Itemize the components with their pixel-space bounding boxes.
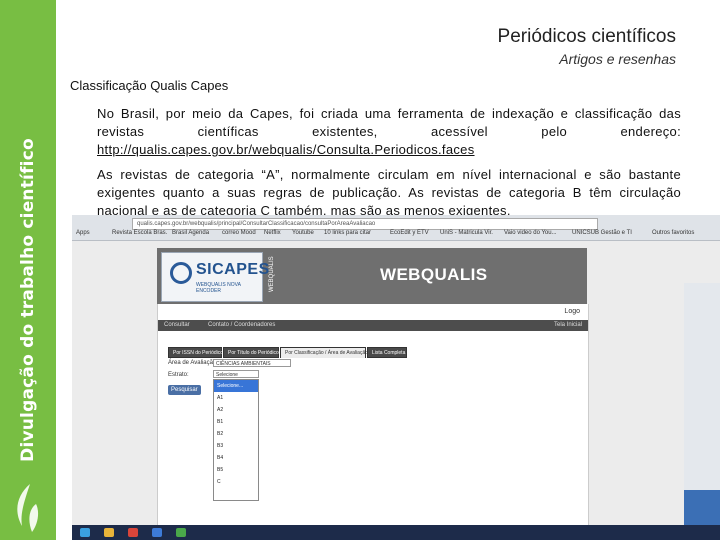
tab-lista-completa[interactable]: Lista Completa [367, 347, 407, 358]
logo-tagline: WEBQUALIS NOVA ENCODER [196, 282, 241, 294]
bookmark-item[interactable]: Netflix [264, 230, 281, 236]
tab-titulo[interactable]: Por Título do Periódico [223, 347, 279, 358]
area-select[interactable]: CIÊNCIAS AMBIENTAIS [213, 359, 291, 367]
explorer-icon[interactable] [104, 528, 114, 537]
bookmark-item[interactable]: UniS - Matricula Vir. [440, 230, 493, 236]
paragraph-indexing-text: No Brasil, por meio da Capes, foi criada… [97, 106, 681, 139]
estrato-select[interactable]: Selecione [213, 370, 259, 378]
bookmark-item[interactable]: EcoEdit y ETV [390, 230, 429, 236]
section-heading: Classificação Qualis Capes [70, 78, 229, 93]
menu-bar: Consultar Contato / Coordenadores Tela I… [158, 320, 588, 331]
dropdown-option[interactable]: B5 [214, 464, 258, 476]
chrome-icon[interactable] [128, 528, 138, 537]
dropdown-option[interactable]: B1 [214, 416, 258, 428]
paragraph-indexing: No Brasil, por meio da Capes, foi criada… [97, 105, 681, 159]
search-button[interactable]: Pesquisar [168, 385, 201, 395]
estrato-label: Estrato: [168, 372, 189, 378]
dropdown-option[interactable]: A1 [214, 392, 258, 404]
bookmark-item[interactable]: correo Mood [222, 230, 256, 236]
start-icon[interactable] [80, 528, 90, 537]
dropdown-option[interactable]: B2 [214, 428, 258, 440]
logout-link[interactable]: Logo [564, 308, 580, 315]
left-sidebar: Divulgação do trabalho científico [0, 0, 56, 540]
menu-tela-inicial[interactable]: Tela Inicial [554, 320, 582, 331]
background-window-fragment [684, 283, 720, 540]
bookmark-item[interactable]: UNICSUB Gestão e TI [572, 230, 632, 236]
paragraph-categories: As revistas de categoria “A”, normalment… [97, 167, 681, 218]
bookmark-item[interactable]: Youtube [292, 230, 314, 236]
dropdown-option[interactable]: Selecione... [214, 380, 258, 392]
address-bar[interactable]: qualis.capes.gov.br/webqualis/principal/… [132, 218, 598, 230]
banner-title: WEBQUALIS [380, 265, 488, 284]
bookmark-item[interactable]: Outros favoritos [652, 230, 694, 236]
globe-icon [170, 262, 192, 284]
bookmark-item[interactable]: Vaio video do You... [504, 230, 557, 236]
tab-issn[interactable]: Por ISSN do Periódico [168, 347, 223, 358]
excel-icon[interactable] [176, 528, 186, 537]
qualis-link[interactable]: http://qualis.capes.gov.br/webqualis/Con… [97, 142, 475, 157]
page-title: Periódicos científicos [497, 26, 676, 47]
area-label: Área de Avaliação: [168, 360, 218, 366]
taskbar [72, 525, 720, 540]
word-icon[interactable] [152, 528, 162, 537]
estrato-dropdown[interactable]: Selecione... A1 A2 B1 B2 B3 B4 B5 C [213, 379, 259, 501]
bookmark-item[interactable]: 10 links para citar [324, 230, 371, 236]
sicapes-logo: SICAPES WEBQUALIS NOVA ENCODER [161, 252, 269, 302]
webqualis-panel: Logo Consultar Contato / Coordenadores T… [157, 304, 589, 540]
tab-classificacao[interactable]: Por Classificação / Área de Avaliação [280, 347, 368, 358]
webqualis-screenshot: qualis.capes.gov.br/webqualis/principal/… [72, 215, 720, 540]
banner-vertical-label: WEBQUALIS [269, 256, 275, 292]
bookmark-item[interactable]: Brasil Agenda [172, 230, 209, 236]
dropdown-option[interactable]: A2 [214, 404, 258, 416]
bookmark-item[interactable]: Revista Escola Bras. [112, 230, 167, 236]
dropdown-option[interactable]: B3 [214, 440, 258, 452]
bookmark-item[interactable]: Apps [76, 230, 90, 236]
menu-contato[interactable]: Contato / Coordenadores [208, 320, 275, 331]
menu-consultar[interactable]: Consultar [164, 320, 190, 331]
sidebar-vertical-title: Divulgação do trabalho científico [18, 138, 38, 462]
dropdown-option[interactable]: C [214, 476, 258, 488]
page-subtitle: Artigos e resenhas [559, 51, 676, 67]
leaf-logo-icon [17, 484, 39, 532]
dropdown-option[interactable]: B4 [214, 452, 258, 464]
browser-toolbar: qualis.capes.gov.br/webqualis/principal/… [72, 215, 720, 241]
webqualis-banner: SICAPES WEBQUALIS NOVA ENCODER WEBQUALIS… [157, 248, 587, 304]
logo-word: SICAPES [196, 261, 270, 278]
